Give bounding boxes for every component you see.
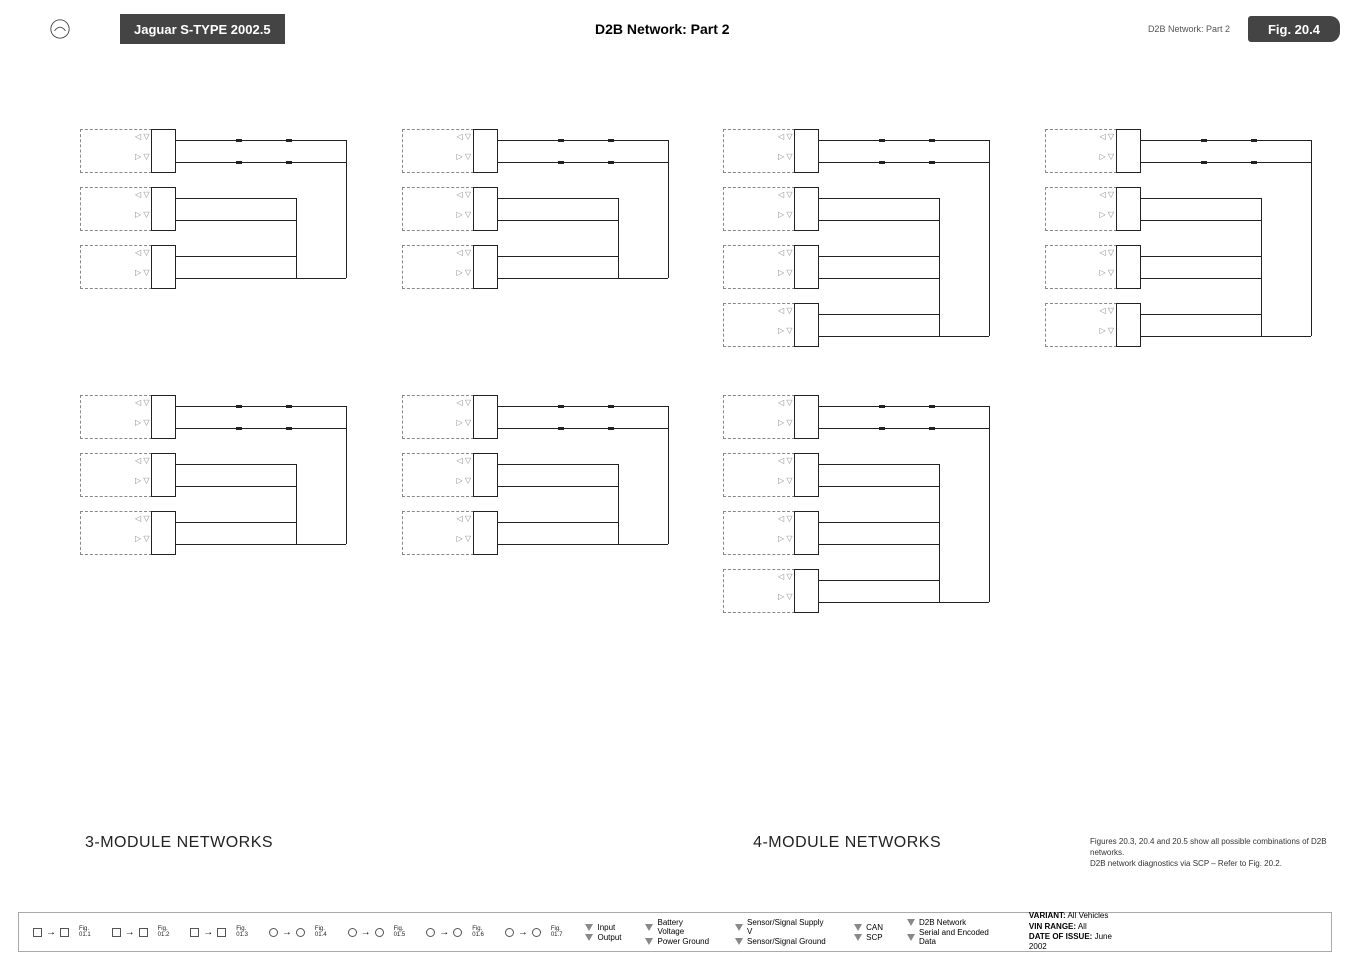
jaguar-logo <box>0 14 120 44</box>
section-titles: 3-MODULE NETWORKS 4-MODULE NETWORKS <box>85 834 941 852</box>
page-header: Jaguar S-TYPE 2002.5 D2B Network: Part 2… <box>0 14 1350 44</box>
figure-number: Fig. 20.4 <box>1248 16 1340 42</box>
legend-footer: →Fig. 01.1 →Fig. 01.2 →Fig. 01.3 →Fig. 0… <box>18 912 1332 952</box>
module-block: ◁ ▽▷ ▽ <box>80 245 176 289</box>
network-grid: ◁ ▽▷ ▽ ◁ ▽▷ ▽ ◁ ▽▷ ▽ ◁ ▽▷ ▽ ◁ ▽▷ ▽ ◁ ▽▷ … <box>80 129 1330 631</box>
module-block: ◁ ▽▷ ▽ <box>402 187 498 231</box>
module-block: ◁ ▽▷ ▽ <box>1045 245 1141 289</box>
module-block: ◁ ▽▷ ▽ <box>723 303 819 347</box>
network-col: ◁ ▽▷ ▽ ◁ ▽▷ ▽ ◁ ▽▷ ▽ <box>402 129 688 365</box>
doc-title: Jaguar S-TYPE 2002.5 <box>120 14 285 44</box>
module-block: ◁ ▽▷ ▽ <box>723 395 819 439</box>
module-block: ◁ ▽▷ ▽ <box>80 453 176 497</box>
module-block: ◁ ▽▷ ▽ <box>723 129 819 173</box>
triangle-icon <box>585 924 593 931</box>
module-block: ◁ ▽▷ ▽ <box>402 395 498 439</box>
module-block: ◁ ▽▷ ▽ <box>1045 303 1141 347</box>
note-line: Figures 20.3, 20.4 and 20.5 show all pos… <box>1090 836 1330 858</box>
header-right: D2B Network: Part 2 Fig. 20.4 <box>1040 14 1350 44</box>
note-line: D2B network diagnostics via SCP – Refer … <box>1090 858 1330 869</box>
network-col: ◁ ▽▷ ▽ ◁ ▽▷ ▽ ◁ ▽▷ ▽ <box>402 395 688 631</box>
network-col <box>1045 395 1331 631</box>
network-col: ◁ ▽▷ ▽ ◁ ▽▷ ▽ ◁ ▽▷ ▽ ◁ ▽▷ ▽ <box>1045 129 1331 365</box>
module-block: ◁ ▽▷ ▽ <box>1045 187 1141 231</box>
module-block: ◁ ▽▷ ▽ <box>402 129 498 173</box>
module-block: ◁ ▽▷ ▽ <box>80 511 176 555</box>
section-3-module: 3-MODULE NETWORKS <box>85 834 273 852</box>
network-col: ◁ ▽▷ ▽ ◁ ▽▷ ▽ ◁ ▽▷ ▽ ◁ ▽▷ ▽ <box>723 395 1009 631</box>
network-col: ◁ ▽▷ ▽ ◁ ▽▷ ▽ ◁ ▽▷ ▽ <box>80 129 366 365</box>
module-block: ◁ ▽▷ ▽ <box>723 569 819 613</box>
figure-notes: Figures 20.3, 20.4 and 20.5 show all pos… <box>1090 836 1330 870</box>
module-block: ◁ ▽▷ ▽ <box>80 129 176 173</box>
page-title: D2B Network: Part 2 <box>285 14 1040 44</box>
network-col: ◁ ▽▷ ▽ ◁ ▽▷ ▽ ◁ ▽▷ ▽ ◁ ▽▷ ▽ <box>723 129 1009 365</box>
module-block: ◁ ▽▷ ▽ <box>402 511 498 555</box>
diagram-area: ◁ ▽▷ ▽ ◁ ▽▷ ▽ ◁ ▽▷ ▽ ◁ ▽▷ ▽ ◁ ▽▷ ▽ ◁ ▽▷ … <box>80 129 1330 808</box>
module-block: ◁ ▽▷ ▽ <box>723 245 819 289</box>
module-block: ◁ ▽▷ ▽ <box>80 395 176 439</box>
module-block: ◁ ▽▷ ▽ <box>80 187 176 231</box>
network-col: ◁ ▽▷ ▽ ◁ ▽▷ ▽ ◁ ▽▷ ▽ <box>80 395 366 631</box>
section-4-module: 4-MODULE NETWORKS <box>753 834 941 852</box>
module-block: ◁ ▽▷ ▽ <box>402 453 498 497</box>
fig-reference-icons: →Fig. 01.1 →Fig. 01.2 →Fig. 01.3 →Fig. 0… <box>19 926 573 938</box>
module-block: ◁ ▽▷ ▽ <box>723 511 819 555</box>
module-block: ◁ ▽▷ ▽ <box>402 245 498 289</box>
breadcrumb-label: D2B Network: Part 2 <box>1148 24 1230 34</box>
doc-metadata: VARIANT: All Vehicles VIN RANGE: All DAT… <box>1019 911 1331 953</box>
module-block: ◁ ▽▷ ▽ <box>723 453 819 497</box>
module-block: ◁ ▽▷ ▽ <box>1045 129 1141 173</box>
module-block: ◁ ▽▷ ▽ <box>723 187 819 231</box>
